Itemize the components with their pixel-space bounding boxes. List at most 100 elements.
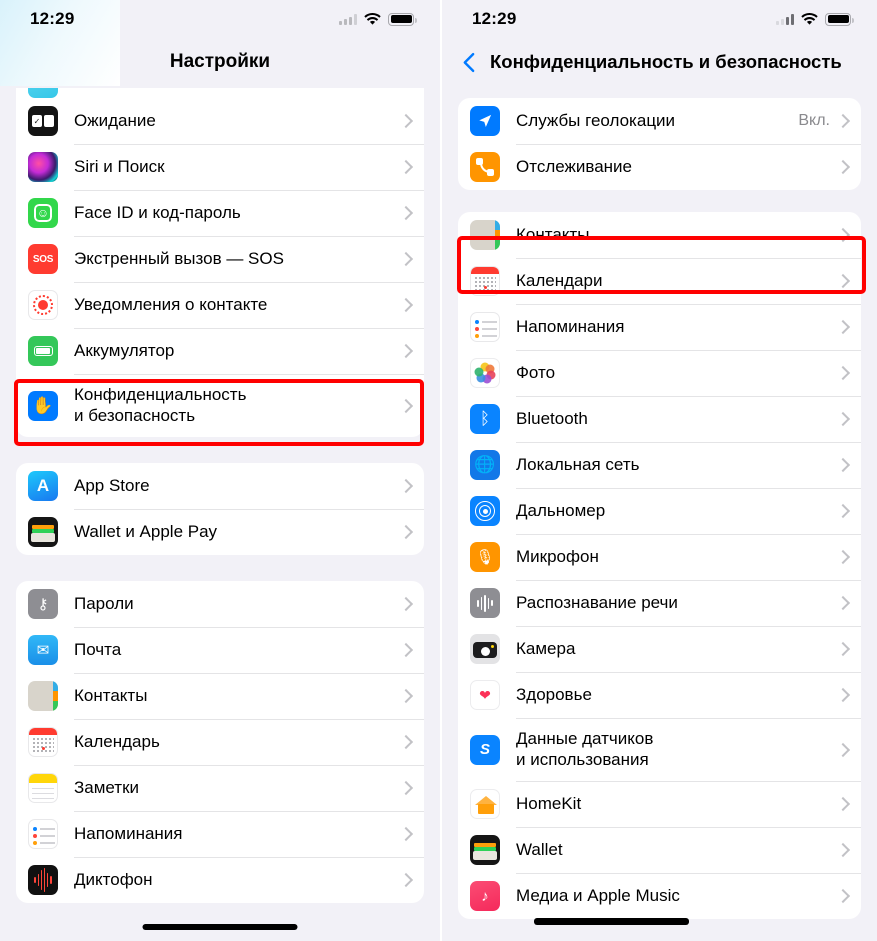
chevron-right-icon [398,398,414,413]
chevron-right-icon [398,826,414,842]
permission-row-reminders[interactable]: Напоминания [458,304,861,350]
row-label: Почта [74,639,122,659]
back-chevron-icon[interactable] [456,50,480,74]
sos-icon: SOS [28,244,58,274]
left-status-bar: 12:29 [0,0,440,38]
chevron-right-icon [835,687,851,703]
row-label: Напоминания [74,823,183,843]
chevron-right-icon [835,113,851,129]
permission-row-local-network[interactable]: 🌐 Локальная сеть [458,442,861,488]
row-label: Контакты [74,685,148,705]
chevron-right-icon [835,595,851,611]
row-label: Диктофон [74,869,153,889]
settings-row-calendar[interactable]: Календарь [16,719,424,765]
settings-row-passwords[interactable]: ⚷ Пароли [16,581,424,627]
settings-row-contact-notifications[interactable]: Уведомления о контакте [16,282,424,328]
chevron-right-icon [398,159,414,175]
contacts-icon [28,681,58,711]
row-label: App Store [74,475,150,495]
row-label: Заметки [74,777,140,797]
settings-row-standby[interactable]: Ожидание [16,98,424,144]
bluetooth-icon: ᛒ [470,404,500,434]
chevron-right-icon [835,503,851,519]
voice-memos-icon [28,865,58,895]
cellular-signal-icon [339,13,357,25]
chevron-right-icon [835,273,851,289]
row-label: Face ID и код-пароль [74,202,241,222]
row-label: Пароли [74,593,134,613]
left-settings-list: Ожидание Siri и Поиск ☺ Face ID и код-па… [0,86,440,903]
chevron-right-icon [835,227,851,243]
speech-recognition-icon [470,588,500,618]
section-system: Ожидание Siri и Поиск ☺ Face ID и код-па… [16,88,424,437]
wifi-icon [364,12,381,26]
chevron-right-icon [835,742,851,757]
row-label: HomeKit [516,793,582,813]
row-label: Календарь [74,731,160,751]
permission-row-homekit[interactable]: HomeKit [458,781,861,827]
permission-row-calendars[interactable]: Календари [458,258,861,304]
cellular-signal-icon [776,13,794,25]
chevron-right-icon [398,113,414,129]
permission-row-media-apple-music[interactable]: ♪ Медиа и Apple Music [458,873,861,919]
settings-row-sos[interactable]: SOS Экстренный вызов — SOS [16,236,424,282]
status-bar-icons [776,12,854,26]
chevron-right-icon [835,159,851,175]
homekit-icon [470,789,500,819]
settings-row-reminders[interactable]: Напоминания [16,811,424,857]
chevron-right-icon [398,688,414,704]
settings-row-app-store[interactable]: A App Store [16,463,424,509]
permission-row-microphone[interactable]: 🎙 Микрофон [458,534,861,580]
row-label: Распознавание речи [516,592,678,612]
chevron-right-icon [835,641,851,657]
settings-row-location-services[interactable]: Службы геолокации Вкл. [458,98,861,144]
settings-row-faceid[interactable]: ☺ Face ID и код-пароль [16,190,424,236]
settings-row-privacy-security[interactable]: ✋ Конфиденциальность и безопасность [16,374,424,437]
location-services-icon [470,106,500,136]
dual-screenshot-container: 12:29 Настройки Ожидание [0,0,877,941]
permission-row-health[interactable]: ❤ Здоровье [458,672,861,718]
row-label: Службы геолокации [516,110,676,130]
settings-row-battery[interactable]: Аккумулятор [16,328,424,374]
row-value: Вкл. [798,112,830,129]
battery-app-icon [28,336,58,366]
row-label: Контакты [516,224,590,244]
chevron-right-icon [835,549,851,565]
permission-row-measure[interactable]: Дальномер [458,488,861,534]
settings-row-contacts[interactable]: Контакты [16,673,424,719]
camera-icon [470,634,500,664]
row-label: Ожидание [74,110,156,130]
row-label: Отслеживание [516,156,633,176]
permission-row-photos[interactable]: Фото [458,350,861,396]
clipped-app-icon [28,88,58,98]
home-indicator [534,918,689,925]
settings-row-siri[interactable]: Siri и Поиск [16,144,424,190]
settings-row-wallet[interactable]: Wallet и Apple Pay [16,509,424,555]
settings-row-voice-memos[interactable]: Диктофон [16,857,424,903]
chevron-right-icon [835,319,851,335]
permission-row-camera[interactable]: Камера [458,626,861,672]
settings-row-mail[interactable]: ✉ Почта [16,627,424,673]
row-label: Напоминания [516,316,625,336]
health-icon: ❤ [470,680,500,710]
row-label: Wallet [516,839,563,859]
permission-row-wallet[interactable]: Wallet [458,827,861,873]
permission-row-speech-recognition[interactable]: Распознавание речи [458,580,861,626]
permission-row-sensor-data[interactable]: S Данные датчиков и использования [458,718,861,781]
settings-row-tracking[interactable]: Отслеживание [458,144,861,190]
local-network-icon: 🌐 [470,450,500,480]
clipped-row-above [16,88,424,98]
reminders-icon [470,312,500,342]
permission-row-bluetooth[interactable]: ᛒ Bluetooth [458,396,861,442]
chevron-right-icon [398,596,414,612]
row-label: Уведомления о контакте [74,294,268,314]
settings-row-notes[interactable]: Заметки [16,765,424,811]
permission-row-contacts[interactable]: Контакты [458,212,861,258]
standby-icon [28,106,58,136]
chevron-right-icon [398,297,414,313]
calendar-icon [28,727,58,757]
row-label: Siri и Поиск [74,156,165,176]
chevron-right-icon [835,842,851,858]
